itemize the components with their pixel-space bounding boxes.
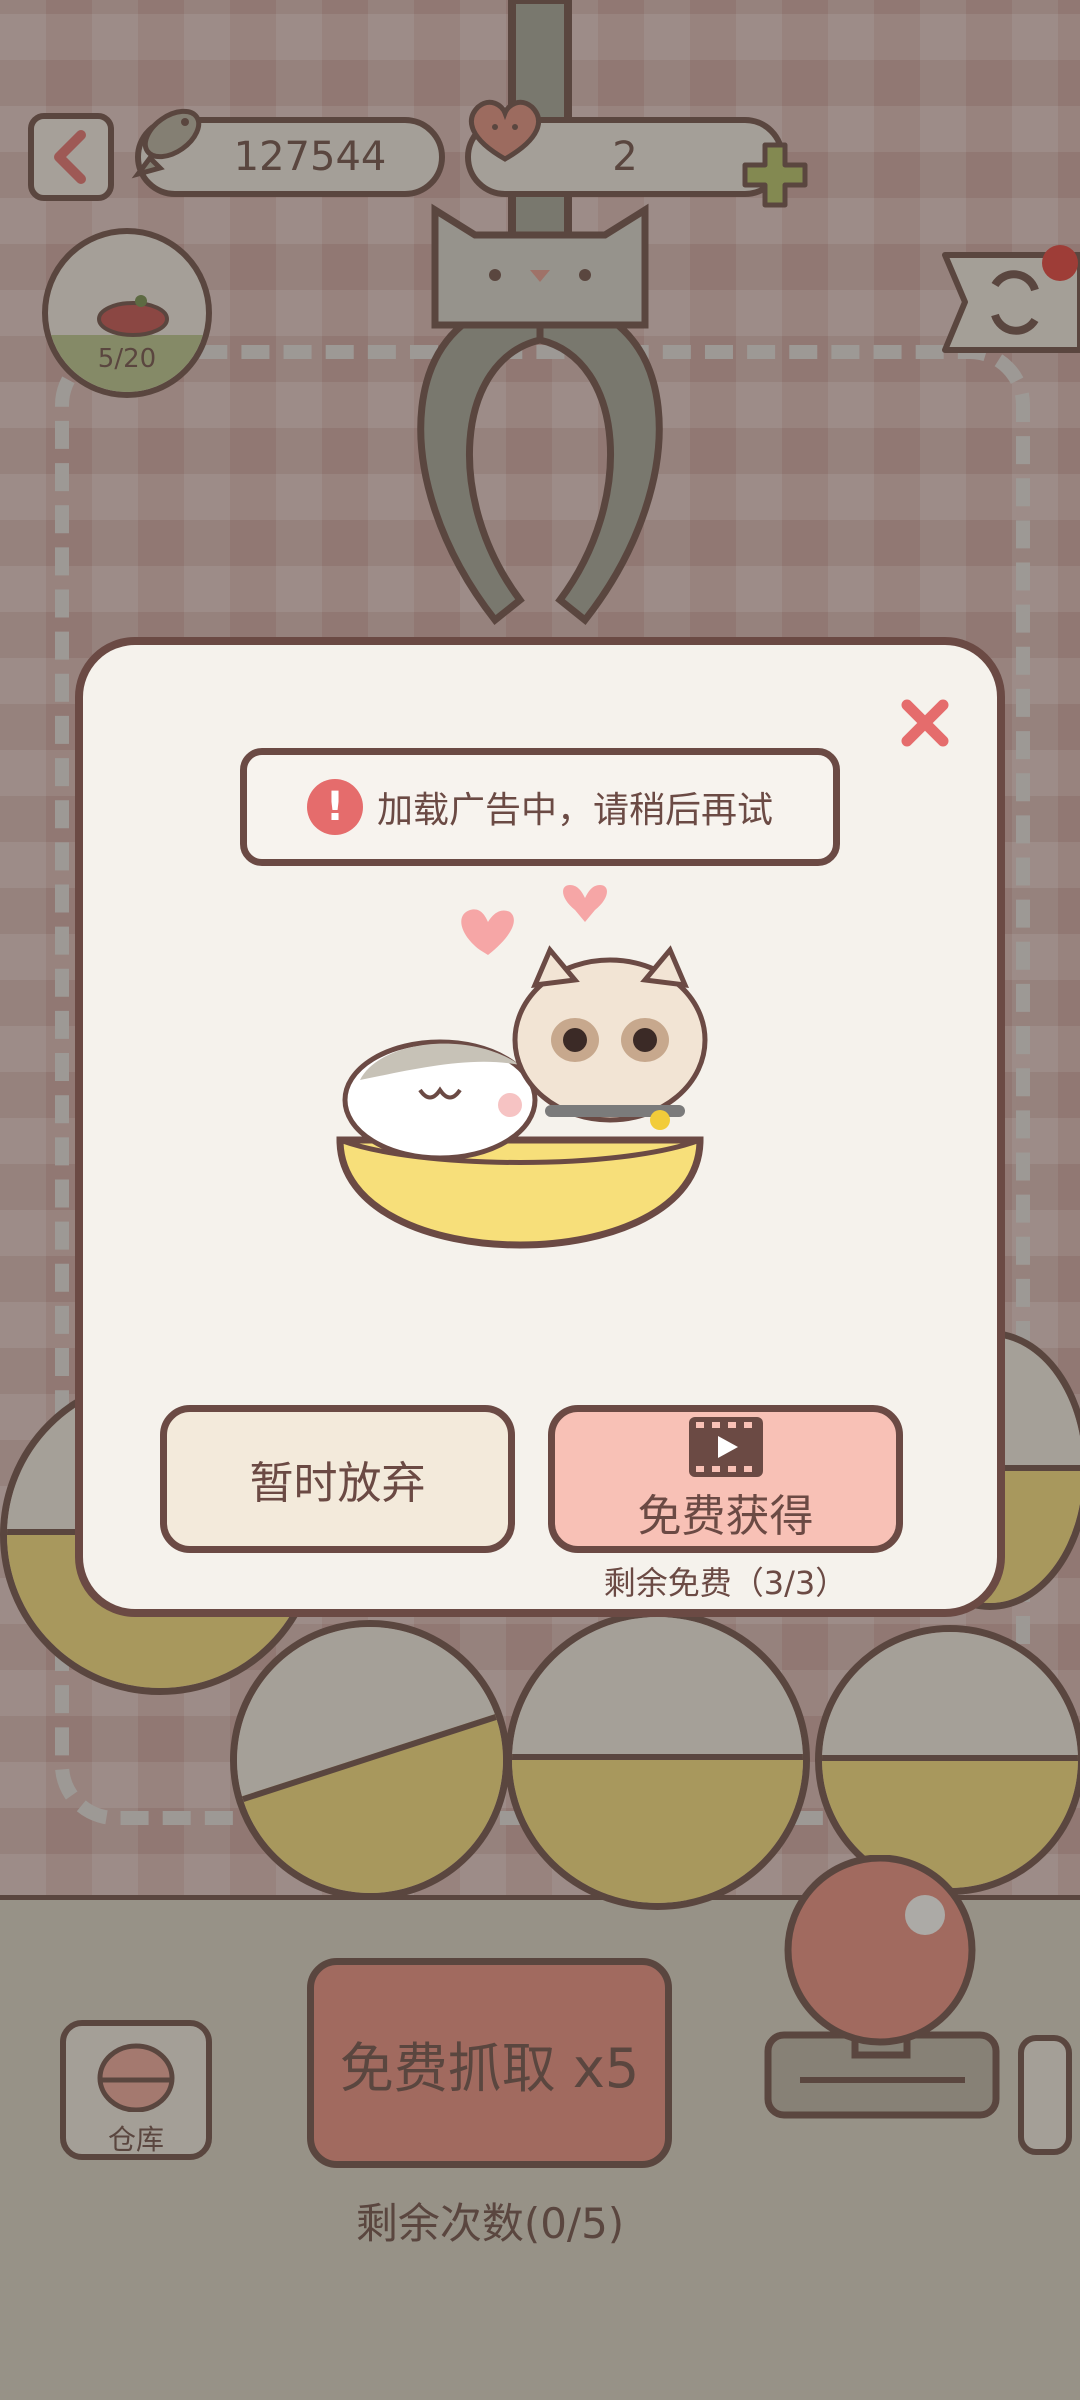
close-button[interactable] [890,688,960,758]
loading-ad-toast: ! 加载广告中，请稍后再试 [240,748,840,866]
close-icon [901,699,949,747]
give-up-button[interactable]: 暂时放弃 [160,1405,515,1553]
alert-icon: ! [306,779,363,835]
give-up-label: 暂时放弃 [249,1458,426,1509]
free-get-label: 免费获得 [637,1491,814,1542]
video-icon [688,1417,763,1477]
free-remaining-count: 剩余免费（3/3） [603,1564,848,1602]
cats-in-bowl-illustration [336,885,708,1249]
free-get-button[interactable]: 免费获得 [548,1405,903,1553]
toast-text: 加载广告中，请稍后再试 [376,790,773,831]
